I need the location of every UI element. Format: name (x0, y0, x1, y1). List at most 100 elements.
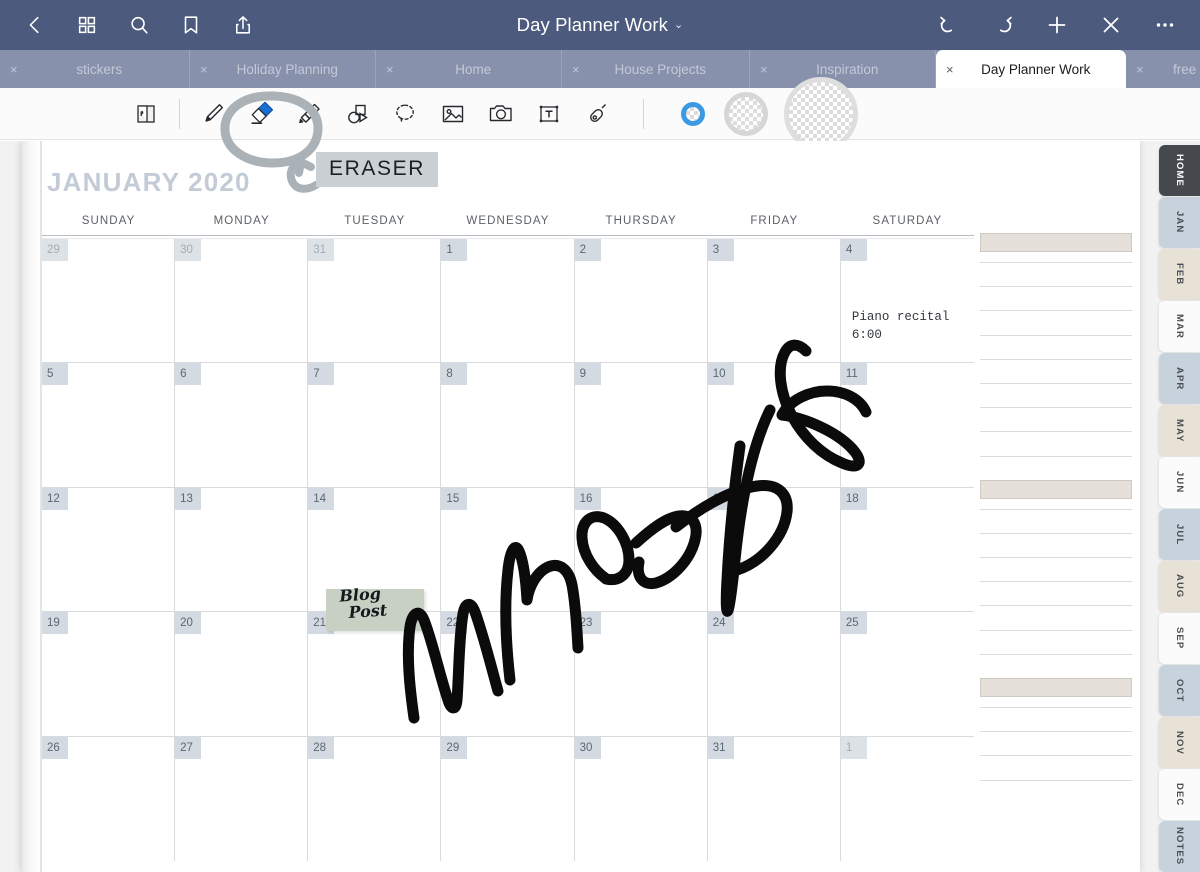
calendar-day-cell[interactable]: 10 (707, 363, 841, 487)
calendar-day-cell[interactable]: 6 (175, 363, 309, 487)
side-tab-home[interactable]: HOME (1159, 145, 1200, 196)
calendar-day-cell[interactable]: 4 Piano recital 6:00 (840, 239, 974, 362)
calendar-day-cell[interactable]: 24 (707, 612, 841, 736)
calendar-day-cell[interactable]: 23 (574, 612, 708, 736)
side-tab-nov[interactable]: NOV (1159, 717, 1200, 768)
text-box-icon[interactable] (525, 91, 573, 137)
tab-stickers[interactable]: × stickers (0, 50, 190, 88)
pen-icon[interactable] (189, 91, 237, 137)
notes-panel[interactable] (980, 233, 1132, 863)
side-tab-feb[interactable]: FEB (1159, 249, 1200, 300)
highlighter-icon[interactable] (285, 91, 333, 137)
tab-close-icon[interactable]: × (572, 63, 580, 76)
size-large-swatch[interactable] (776, 76, 866, 151)
image-icon[interactable] (429, 91, 477, 137)
tab-close-icon[interactable]: × (200, 63, 208, 76)
calendar-day-cell[interactable]: 31 (707, 736, 841, 861)
sticker-blog-post[interactable]: Blog Post (326, 584, 424, 631)
share-icon[interactable] (230, 12, 256, 38)
calendar-day-cell[interactable]: 11 (840, 363, 974, 486)
close-icon[interactable] (1098, 12, 1124, 38)
note-ruled-line (980, 532, 1132, 534)
page-view-icon[interactable] (122, 91, 170, 137)
note-header-box[interactable] (980, 479, 1132, 499)
calendar-day-cell[interactable]: 1 (441, 239, 575, 363)
tab-free-p[interactable]: × free p (1126, 50, 1200, 88)
calendar-day-cell[interactable]: 12 (42, 487, 176, 612)
calendar-day-cell[interactable]: 22 (441, 612, 575, 736)
calendar-day-cell[interactable]: 8 (441, 363, 575, 487)
note-header-box[interactable] (980, 678, 1132, 697)
calendar-day-cell[interactable]: 1 (840, 736, 974, 861)
calendar-day-cell[interactable]: 17 (707, 487, 841, 612)
calendar-day-cell[interactable]: 20 (175, 612, 309, 736)
side-tab-mar[interactable]: MAR (1159, 301, 1200, 352)
note-header-box[interactable] (980, 233, 1132, 252)
tab-close-icon[interactable]: × (1136, 63, 1144, 76)
grid-icon[interactable] (74, 12, 100, 38)
side-tab-may[interactable]: MAY (1159, 405, 1200, 456)
day-number: 18 (840, 487, 867, 510)
bookmark-icon[interactable] (178, 12, 204, 38)
drawing-toolbar (0, 76, 1200, 151)
calendar-day-cell[interactable]: 7 (308, 363, 442, 487)
tab-inspiration[interactable]: × Inspiration (750, 50, 936, 88)
calendar-day-cell[interactable]: 27 (175, 736, 309, 861)
undo-icon[interactable] (936, 12, 962, 38)
tab-holiday-planning[interactable]: × Holiday Planning (190, 50, 376, 88)
side-tab-dec[interactable]: DEC (1159, 769, 1200, 820)
size-small-swatch[interactable] (670, 91, 716, 137)
planner-app-window: Day Planner Work ⌄ × stickers × Holiday … (0, 0, 1200, 872)
app-header: Day Planner Work ⌄ (0, 0, 1200, 50)
calendar-day-cell[interactable]: 29 (42, 239, 176, 363)
calendar-day-cell[interactable]: 28 (308, 736, 442, 861)
tab-close-icon[interactable]: × (946, 63, 954, 76)
tab-day-planner-work[interactable]: × Day Planner Work (936, 50, 1126, 88)
calendar-day-cell[interactable]: 2 (574, 239, 708, 363)
tab-home[interactable]: × Home (376, 50, 562, 88)
calendar-day-cell[interactable]: 29 (441, 736, 575, 861)
tab-close-icon[interactable]: × (10, 63, 18, 76)
calendar-day-cell[interactable]: 13 (175, 487, 309, 612)
calendar-day-cell[interactable]: 15 (441, 487, 575, 612)
calendar-day-cell[interactable]: 19 (42, 612, 176, 736)
day-number: 29 (441, 736, 468, 759)
page-title-text[interactable]: Day Planner Work (517, 14, 668, 35)
calendar-day-cell[interactable]: 31 (308, 239, 442, 363)
day-number: 19 (42, 612, 68, 635)
eraser-icon[interactable] (237, 91, 285, 137)
calendar-day-cell[interactable]: 18 (840, 487, 974, 611)
back-icon[interactable] (22, 12, 48, 38)
side-tab-aug[interactable]: AUG (1159, 561, 1200, 612)
size-medium-swatch[interactable] (716, 91, 776, 137)
side-tab-jun[interactable]: JUN (1159, 457, 1200, 508)
side-tab-jul[interactable]: JUL (1159, 509, 1200, 560)
camera-icon[interactable] (477, 91, 525, 137)
shapes-icon[interactable] (333, 91, 381, 137)
calendar-day-cell[interactable]: 3 (707, 239, 841, 363)
side-tab-sep[interactable]: SEP (1159, 613, 1200, 664)
tab-close-icon[interactable]: × (760, 63, 768, 76)
calendar-day-cell[interactable]: 25 (840, 612, 974, 735)
calendar-day-cell[interactable]: 16 (574, 487, 708, 612)
chevron-down-icon[interactable]: ⌄ (674, 18, 683, 31)
side-tab-jan[interactable]: JAN (1159, 197, 1200, 248)
calendar-day-cell[interactable]: 30 (175, 239, 309, 363)
redo-icon[interactable] (990, 12, 1016, 38)
search-icon[interactable] (126, 12, 152, 38)
tab-label: Inspiration (816, 61, 879, 77)
add-icon[interactable] (1044, 12, 1070, 38)
side-tab-notes[interactable]: NOTES (1159, 821, 1200, 872)
side-tab-apr[interactable]: APR (1159, 353, 1200, 404)
eyedropper-icon[interactable] (573, 91, 621, 137)
calendar-day-cell[interactable]: 30 (574, 736, 708, 861)
calendar-day-cell[interactable]: 5 (42, 363, 176, 487)
side-tab-oct[interactable]: OCT (1159, 665, 1200, 716)
tab-house-projects[interactable]: × House Projects (562, 50, 750, 88)
tab-close-icon[interactable]: × (386, 63, 394, 76)
more-icon[interactable] (1152, 12, 1178, 38)
calendar-day-cell[interactable]: 26 (42, 736, 176, 861)
planner-canvas[interactable]: JANUARY 2020 SUNDAY MONDAY TUESDAY WEDNE… (0, 141, 1200, 872)
calendar-day-cell[interactable]: 9 (574, 363, 708, 487)
lasso-icon[interactable] (381, 91, 429, 137)
